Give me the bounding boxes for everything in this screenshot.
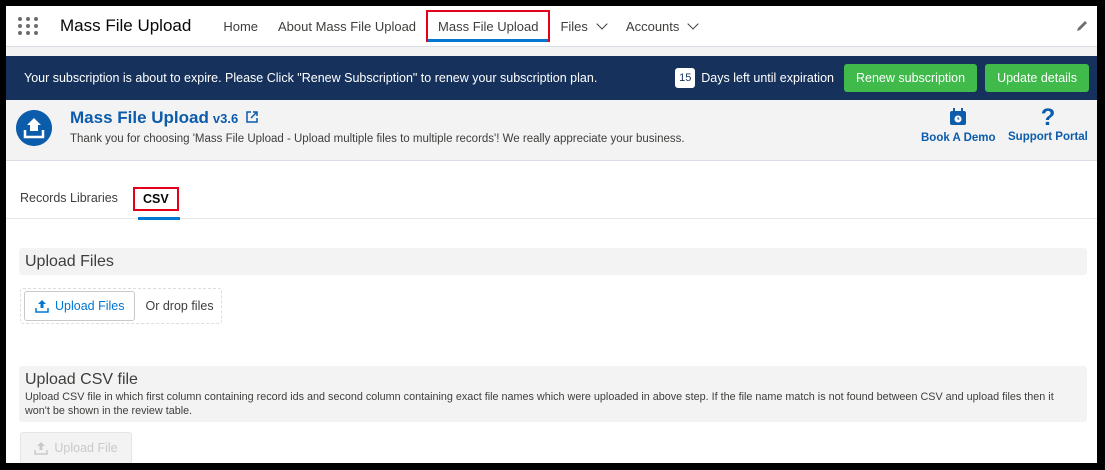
upload-csv-title: Upload CSV file — [25, 371, 138, 388]
top-nav: Mass File Upload Home About Mass File Up… — [6, 6, 1097, 47]
upload-logo-icon — [16, 110, 52, 146]
version-label: v3.6 — [212, 111, 239, 126]
edit-pencil-icon[interactable] — [1075, 19, 1089, 33]
nav-mass-file-upload[interactable]: Mass File Upload — [426, 10, 551, 42]
upload-csv-description: Upload CSV file in which first column co… — [25, 391, 1054, 417]
external-link-icon[interactable] — [246, 111, 258, 123]
nav-home[interactable]: Home — [213, 6, 268, 46]
upload-file-button-label: Upload File — [54, 441, 118, 455]
file-dropzone[interactable]: Upload Files Or drop files — [20, 288, 222, 324]
chevron-down-icon[interactable] — [687, 18, 700, 30]
tab-bar: Records Libraries CSV — [6, 161, 1097, 220]
nav-files-label: Files — [560, 18, 588, 34]
help-icon: ? — [1040, 104, 1056, 131]
app-name: Mass File Upload — [60, 16, 192, 35]
days-count-badge: 15 — [675, 68, 696, 88]
upload-csv-section: Upload CSV file Upload CSV file in which… — [19, 366, 1087, 422]
support-portal-label: Support Portal — [1008, 131, 1088, 143]
title-text: Mass File Upload — [70, 108, 209, 127]
subscription-banner: Your subscription is about to expire. Pl… — [6, 56, 1097, 100]
renew-subscription-button[interactable]: Renew subscription — [843, 64, 978, 92]
tab-csv[interactable]: CSV — [133, 187, 179, 211]
app-launcher-icon[interactable] — [18, 15, 40, 37]
upload-file-button[interactable]: Upload File — [20, 432, 132, 463]
chevron-down-icon[interactable] — [596, 18, 608, 30]
nav-accounts[interactable]: Accounts — [616, 6, 707, 46]
nav-accounts-label: Accounts — [625, 18, 680, 34]
nav-mass-file-upload-label: Mass File Upload — [438, 18, 539, 34]
main-content: Records Libraries CSV Upload Files Uploa… — [6, 161, 1097, 463]
calendar-icon — [950, 108, 967, 125]
upload-icon — [34, 442, 49, 455]
active-tab-indicator — [138, 217, 180, 220]
tab-records[interactable]: Records — [20, 191, 67, 205]
nav-about[interactable]: About Mass File Upload — [268, 6, 426, 46]
app-frame: Mass File Upload Home About Mass File Up… — [6, 6, 1097, 463]
subscription-message: Your subscription is about to expire. Pl… — [24, 71, 598, 85]
upload-files-button-label: Upload Files — [55, 299, 125, 313]
upload-files-title: Upload Files — [25, 253, 114, 270]
support-portal-link[interactable]: ? Support Portal — [1008, 104, 1088, 144]
tab-libraries[interactable]: Libraries — [70, 191, 118, 205]
thank-you-text: Thank you for choosing 'Mass File Upload… — [70, 133, 685, 145]
drop-files-label: Or drop files — [145, 299, 214, 313]
page-title: Mass File Upload v3.6 — [70, 108, 258, 128]
book-demo-link[interactable]: Book A Demo — [921, 108, 996, 144]
nav-files[interactable]: Files — [550, 6, 615, 46]
app-header: Mass File Upload v3.6 Thank you for choos… — [6, 100, 1097, 161]
update-details-button[interactable]: Update details — [985, 64, 1089, 92]
upload-files-section: Upload Files — [19, 248, 1087, 275]
upload-icon — [35, 300, 49, 313]
upload-files-button[interactable]: Upload Files — [24, 291, 136, 321]
days-label: Days left until expiration — [701, 71, 834, 85]
book-demo-label: Book A Demo — [921, 132, 996, 144]
